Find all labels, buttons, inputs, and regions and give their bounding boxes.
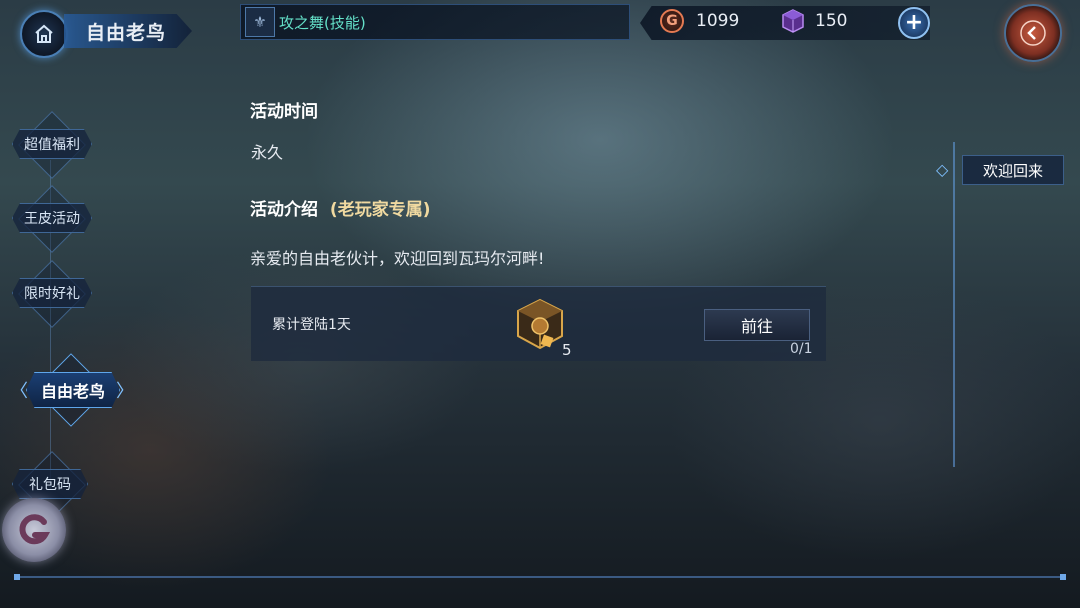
chevron-right-icon: 〉 bbox=[116, 381, 134, 402]
gold-amount: 1099 bbox=[696, 11, 740, 31]
plus-icon: + bbox=[904, 10, 924, 35]
task-label: 累计登陆1天 bbox=[272, 317, 351, 333]
home-button[interactable] bbox=[20, 10, 68, 58]
g-logo-icon bbox=[19, 514, 51, 545]
bottom-divider-endpoint bbox=[14, 574, 20, 580]
chevron-left-icon: ◇ bbox=[936, 160, 949, 179]
bottom-divider-endpoint bbox=[1060, 574, 1066, 580]
gold-coin-icon: G bbox=[660, 9, 684, 33]
sidebar-item-limited-gift[interactable]: 限时好礼 bbox=[12, 278, 92, 308]
bottom-divider bbox=[16, 576, 1066, 578]
chevron-left-icon bbox=[1020, 20, 1046, 46]
notice-bar[interactable]: ⚜ 攻之舞(技能) bbox=[240, 4, 630, 40]
notice-text: 攻之舞(技能) bbox=[279, 13, 366, 32]
reward-cube-icon bbox=[517, 298, 563, 350]
activity-intro-subtitle: (老玩家专属) bbox=[329, 200, 431, 220]
activity-time-heading: 活动时间 bbox=[250, 102, 318, 122]
sidebar-item-gift-code[interactable]: 礼包码 bbox=[12, 469, 88, 499]
page-title: 自由老鸟 bbox=[64, 14, 192, 48]
task-progress: 0/1 bbox=[790, 341, 813, 357]
right-panel-divider bbox=[953, 142, 955, 467]
sidebar-item-veteran[interactable]: 自由老鸟 bbox=[26, 372, 120, 408]
sidebar-item-event[interactable]: 王皮活动 bbox=[12, 203, 92, 233]
notice-emblem-icon: ⚜ bbox=[245, 7, 275, 37]
reward-count: 5 bbox=[562, 341, 572, 359]
gem-cube-icon bbox=[782, 9, 804, 33]
activity-time-value: 永久 bbox=[251, 143, 284, 162]
add-currency-button[interactable]: + bbox=[898, 7, 930, 39]
tab-welcome-back[interactable]: 欢迎回来 bbox=[962, 155, 1064, 185]
gem-amount: 150 bbox=[815, 11, 848, 31]
go-button[interactable]: 前往 bbox=[704, 309, 810, 341]
chevron-left-icon: 〈 bbox=[10, 381, 28, 402]
g-menu-button[interactable] bbox=[2, 498, 66, 562]
activity-intro-text: 亲爱的自由老伙计，欢迎回到瓦玛尔河畔! bbox=[250, 249, 545, 268]
sidebar-item-super-welfare[interactable]: 超值福利 bbox=[12, 129, 92, 159]
home-icon bbox=[35, 24, 53, 43]
activity-intro-title: 活动介绍 bbox=[250, 200, 318, 220]
back-button[interactable] bbox=[1004, 4, 1062, 62]
activity-intro-heading: 活动介绍 (老玩家专属) bbox=[250, 195, 430, 220]
